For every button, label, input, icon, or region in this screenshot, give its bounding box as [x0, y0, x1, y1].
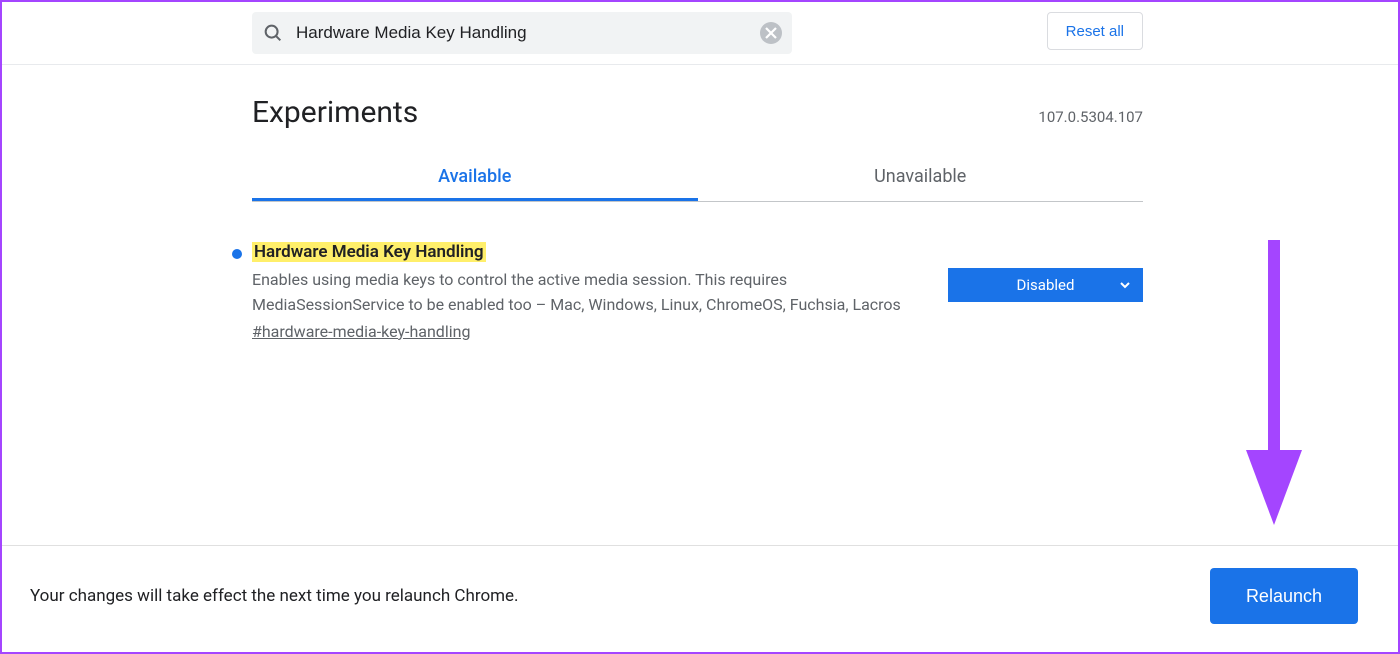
- content: Experiments 107.0.5304.107 Available Una…: [2, 65, 1398, 341]
- footer-message: Your changes will take effect the next t…: [30, 586, 519, 606]
- search-icon: [262, 22, 284, 44]
- flag-state-select[interactable]: Disabled: [948, 268, 1143, 302]
- topbar: Reset all: [2, 2, 1398, 65]
- flag-row: Hardware Media Key Handling Enables usin…: [252, 242, 1143, 341]
- tab-available[interactable]: Available: [252, 150, 698, 201]
- chevron-down-icon: [1119, 279, 1131, 291]
- relaunch-button[interactable]: Relaunch: [1210, 568, 1358, 624]
- modified-dot-icon: [232, 249, 242, 259]
- tabs: Available Unavailable: [252, 150, 1143, 202]
- version-label: 107.0.5304.107: [1038, 108, 1143, 126]
- flag-hash-link[interactable]: #hardware-media-key-handling: [252, 322, 470, 341]
- page-title: Experiments: [252, 95, 418, 130]
- footer-bar: Your changes will take effect the next t…: [2, 545, 1398, 652]
- search-box[interactable]: [252, 12, 792, 54]
- flag-description: Enables using media keys to control the …: [252, 268, 928, 318]
- clear-search-button[interactable]: [760, 22, 782, 44]
- close-icon: [765, 27, 777, 39]
- tab-unavailable[interactable]: Unavailable: [698, 150, 1144, 201]
- flag-title: Hardware Media Key Handling: [252, 242, 486, 262]
- flag-state-value: Disabled: [1017, 276, 1075, 294]
- reset-all-button[interactable]: Reset all: [1047, 12, 1143, 50]
- search-input[interactable]: [294, 22, 760, 44]
